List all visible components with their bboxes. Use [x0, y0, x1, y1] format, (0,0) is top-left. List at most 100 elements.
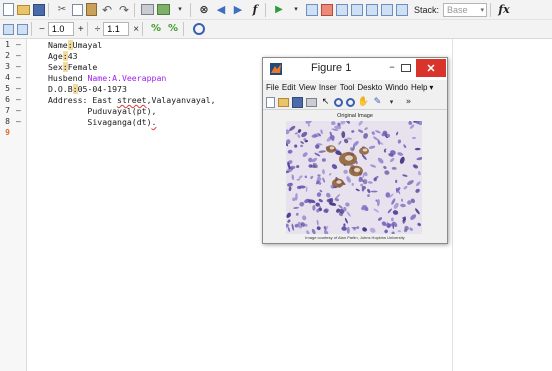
- copy-icon[interactable]: [72, 3, 83, 16]
- line-number-text: 5: [5, 84, 10, 93]
- line-marker: –: [16, 106, 21, 115]
- dropdown-arrow-icon[interactable]: ▾: [289, 3, 303, 17]
- minimize-button[interactable]: –: [385, 60, 399, 76]
- stack-select-value: Base: [447, 4, 468, 15]
- edit-plot-pointer-icon[interactable]: ↖: [320, 97, 331, 108]
- figure-title-bar[interactable]: Figure 1 – ✕: [263, 58, 447, 80]
- exit-debug-icon[interactable]: [396, 3, 408, 16]
- pan-hand-icon[interactable]: ✋: [358, 97, 369, 108]
- remove-cell-icon[interactable]: %: [166, 22, 180, 36]
- zoom-in-icon[interactable]: [334, 97, 343, 107]
- cut-icon[interactable]: ✂: [55, 3, 69, 17]
- print-figure-icon[interactable]: [306, 97, 317, 107]
- line-number: 8–: [0, 117, 26, 127]
- menu-insert[interactable]: Inser: [319, 83, 337, 92]
- menu-desktop[interactable]: Deskto: [357, 83, 382, 92]
- fx-icon[interactable]: fx: [497, 3, 511, 17]
- menu-edit[interactable]: Edit: [282, 83, 296, 92]
- evaluate-cell-icon[interactable]: [17, 23, 28, 35]
- code-line[interactable]: D.O.B:05-04-1973: [48, 84, 127, 94]
- code-text: Address: East: [48, 95, 118, 105]
- close-button[interactable]: ✕: [416, 59, 446, 77]
- code-text: Age: [48, 51, 63, 61]
- print-icon[interactable]: [141, 4, 154, 15]
- menu-help[interactable]: Help: [411, 83, 427, 92]
- toolbar-separator: [86, 22, 88, 36]
- line-number: 5–: [0, 84, 26, 94]
- increment-button[interactable]: +: [78, 24, 84, 35]
- line-marker: –: [16, 51, 21, 60]
- maximize-button[interactable]: [401, 64, 411, 72]
- menu-tools[interactable]: Tool: [340, 83, 355, 92]
- cell-mode-icon[interactable]: [3, 23, 14, 35]
- set-breakpoint-icon[interactable]: [306, 3, 318, 16]
- open-file-icon[interactable]: [17, 4, 30, 15]
- save-figure-icon[interactable]: [292, 96, 303, 108]
- line-marker: –: [16, 95, 21, 104]
- code-text: 43: [67, 51, 78, 61]
- string-text: Name:A.Veerappan: [87, 73, 167, 83]
- code-line[interactable]: Address: East street,Valayanvayal,: [48, 95, 216, 105]
- menu-overflow-icon[interactable]: ▾: [429, 83, 433, 92]
- menu-file[interactable]: File: [266, 83, 279, 92]
- insert-cell-icon[interactable]: %: [149, 22, 163, 36]
- open-file-icon[interactable]: [278, 97, 289, 107]
- micrograph-image: [286, 121, 422, 234]
- find-binoculars-icon[interactable]: ⊗: [197, 3, 211, 17]
- line-number-text: 8: [5, 117, 10, 126]
- image-title: Original Image: [337, 113, 373, 119]
- forward-arrow-icon[interactable]: ▶: [231, 3, 245, 17]
- divide-button[interactable]: ÷: [95, 24, 101, 35]
- step-out-icon[interactable]: [366, 3, 378, 16]
- code-line[interactable]: Age:43: [48, 51, 78, 61]
- figure-axes-area: Original Image Image courtesy of Alan Pa…: [263, 111, 447, 243]
- dropdown-arrow-icon[interactable]: ▾: [173, 3, 187, 17]
- data-brush-icon[interactable]: ✎: [372, 97, 383, 108]
- toolbar-separator: [31, 22, 32, 36]
- line-number: 2–: [0, 51, 26, 61]
- line-number-text: 2: [5, 51, 10, 60]
- step-icon[interactable]: [336, 3, 348, 16]
- code-text: Sivaganga(dt): [48, 117, 152, 127]
- back-arrow-icon[interactable]: ◀: [214, 3, 228, 17]
- decrement-button[interactable]: −: [39, 24, 45, 35]
- code-line[interactable]: Sivaganga(dt).: [48, 117, 156, 127]
- code-line[interactable]: Puduvayal(pt),: [48, 106, 156, 116]
- line-number-text: 6: [5, 95, 10, 104]
- stack-label: Stack:: [414, 4, 440, 15]
- step-in-icon[interactable]: [351, 3, 363, 16]
- code-line[interactable]: Name:Umayal: [48, 40, 102, 50]
- code-line[interactable]: Husbend Name:A.Veerappan: [48, 73, 166, 83]
- line-marker: –: [16, 40, 21, 49]
- line-marker: –: [16, 73, 21, 82]
- clear-breakpoints-icon[interactable]: [321, 3, 333, 16]
- code-text: Sex: [48, 62, 63, 72]
- go-to-icon[interactable]: [157, 4, 170, 15]
- code-line[interactable]: Sex:Female: [48, 62, 97, 72]
- new-file-icon[interactable]: [3, 3, 14, 16]
- menu-view[interactable]: View: [299, 83, 316, 92]
- search-icon[interactable]: [193, 23, 206, 35]
- multiply-value-field[interactable]: 1.1: [103, 22, 130, 36]
- save-icon[interactable]: [33, 3, 45, 16]
- run-icon[interactable]: ▶: [272, 3, 286, 17]
- redo-icon[interactable]: ↷: [117, 3, 131, 17]
- undo-icon[interactable]: ↶: [100, 3, 114, 17]
- toolbar-overflow-icon[interactable]: »: [403, 97, 414, 108]
- continue-icon[interactable]: [381, 3, 393, 16]
- toolbar-separator: [265, 2, 266, 17]
- stack-select[interactable]: Base ▾: [443, 2, 488, 17]
- new-figure-icon[interactable]: [266, 96, 275, 108]
- code-text: Female: [67, 62, 98, 72]
- increment-value-field[interactable]: 1.0: [47, 22, 74, 36]
- dropdown-arrow-icon[interactable]: ▾: [386, 97, 397, 108]
- figure-window[interactable]: Figure 1 – ✕ File Edit View Inser Tool D…: [262, 57, 448, 244]
- function-browser-icon[interactable]: f: [248, 3, 262, 17]
- chevron-down-icon: ▾: [480, 6, 485, 14]
- toolbar-separator: [190, 2, 191, 17]
- code-text: Umayal: [72, 40, 103, 50]
- multiply-button[interactable]: ×: [133, 24, 139, 35]
- menu-window[interactable]: Windo: [385, 83, 408, 92]
- zoom-out-icon[interactable]: [346, 97, 355, 107]
- paste-icon[interactable]: [86, 3, 97, 16]
